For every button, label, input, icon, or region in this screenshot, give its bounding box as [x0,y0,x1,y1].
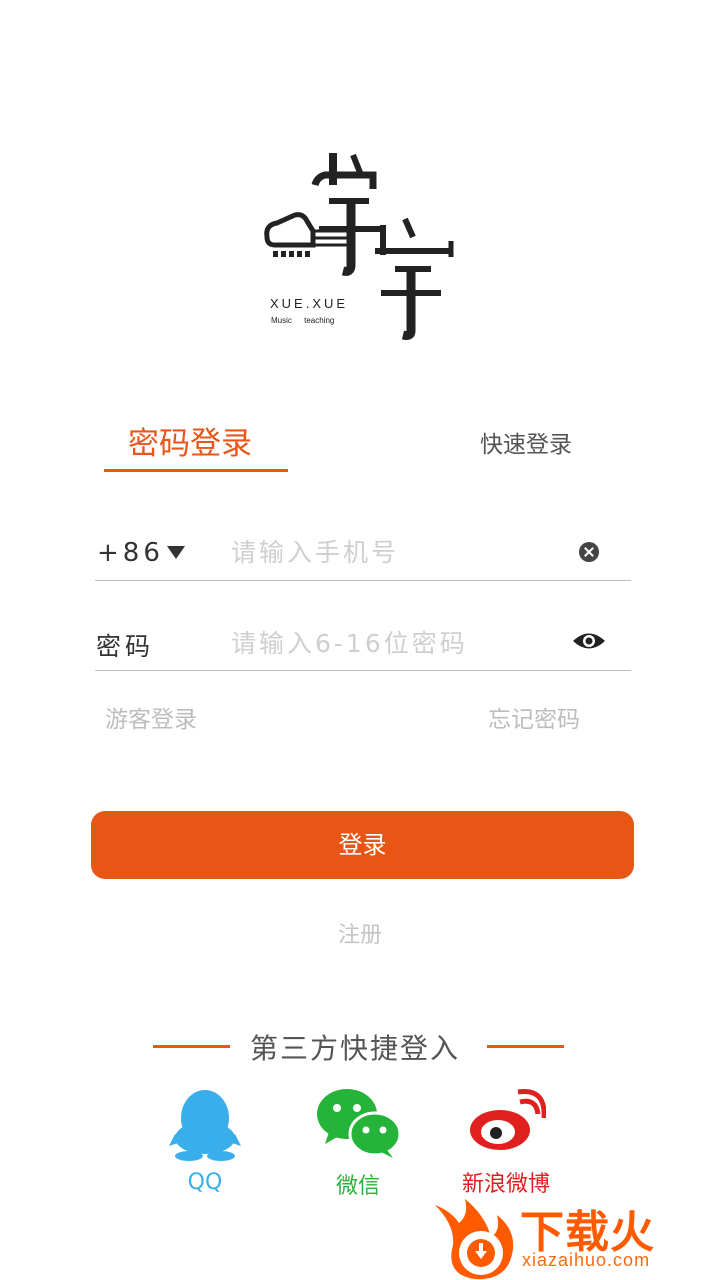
logo-subtitle: Music teaching [271,316,335,325]
xuexue-logo [264,153,454,340]
login-button[interactable]: 登录 [91,811,634,879]
country-code-selector[interactable]: +86 [97,538,164,568]
password-label: 密码 [96,632,155,661]
weibo-icon [470,1089,546,1150]
wechat-label: 微信 [335,1174,380,1199]
logo-title: XUE.XUE [270,296,349,311]
guest-login-link[interactable]: 游客登录 [105,700,197,734]
phone-underline [95,580,631,581]
wechat-icon [317,1089,401,1158]
watermark-url: xiazaihuo.com [522,1250,651,1270]
wechat-login-button[interactable]: 微信 [298,1088,418,1200]
forgot-password-link[interactable]: 忘记密码 [488,700,580,734]
register-link[interactable]: 注册 [0,917,720,949]
password-underline [95,670,631,671]
eye-icon[interactable] [571,630,607,652]
phone-input[interactable] [231,532,551,572]
active-tab-indicator [104,469,288,472]
clear-icon[interactable] [579,542,599,562]
qq-label: QQ [187,1170,223,1195]
caret-down-icon[interactable] [167,546,185,559]
password-input[interactable] [231,623,551,663]
divider-left [153,1045,230,1048]
tab-password-login[interactable]: 密码登录 [128,418,252,463]
qq-login-button[interactable]: QQ [145,1088,265,1195]
third-party-title: 第三方快捷登入 [250,1032,461,1065]
tab-quick-login[interactable]: 快速登录 [480,425,572,459]
divider-right [487,1045,564,1048]
weibo-login-button[interactable]: 新浪微博 [446,1088,566,1198]
qq-icon [169,1090,241,1161]
